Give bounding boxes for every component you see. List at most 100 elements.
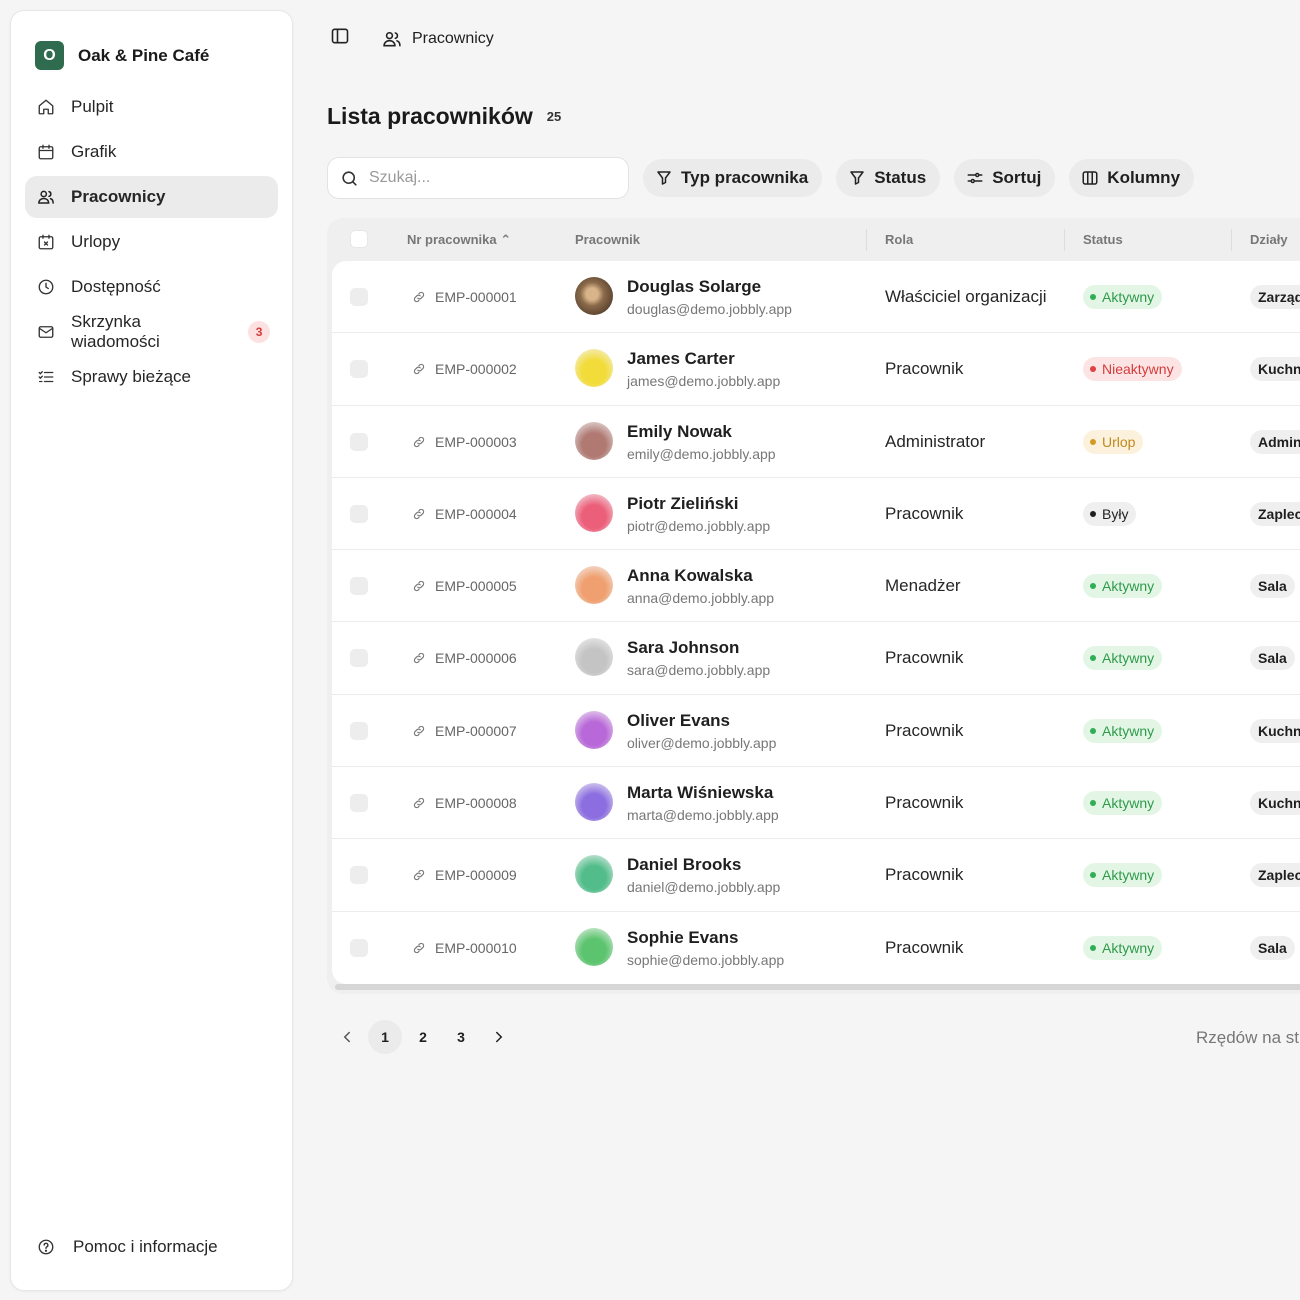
help-link[interactable]: Pomoc i informacje bbox=[37, 1237, 218, 1257]
avatar bbox=[575, 349, 613, 388]
employee-number[interactable]: EMP-000004 bbox=[412, 506, 517, 522]
brand[interactable]: O Oak & Pine Café bbox=[35, 41, 209, 70]
filter-status-button[interactable]: Status bbox=[836, 159, 941, 197]
employee-role: Pracownik bbox=[885, 793, 964, 813]
table-row[interactable]: EMP-000003 Emily Nowak emily@demo.jobbly.a… bbox=[332, 406, 1300, 478]
link-icon bbox=[413, 725, 425, 736]
columns-button[interactable]: Kolumny bbox=[1069, 159, 1195, 197]
sidebar-item-urlopy[interactable]: Urlopy bbox=[25, 221, 278, 263]
row-checkbox[interactable] bbox=[350, 432, 368, 451]
sidebar-item-label: Sprawy bieżące bbox=[71, 367, 192, 386]
employee-role: Pracownik bbox=[885, 720, 964, 740]
employee-email: marta@demo.jobbly.app bbox=[627, 807, 779, 824]
employee-number[interactable]: EMP-000003 bbox=[412, 434, 517, 450]
department-badge: Sala bbox=[1250, 646, 1295, 671]
columns-label: Kolumny bbox=[1107, 168, 1181, 187]
col-header-status[interactable]: Status bbox=[1083, 232, 1123, 247]
table-row[interactable]: EMP-000010 Sophie Evans sophie@demo.jobbly… bbox=[332, 912, 1300, 984]
row-checkbox[interactable] bbox=[350, 721, 368, 740]
brand-name: Oak & Pine Café bbox=[78, 45, 210, 65]
table-row[interactable]: EMP-000001 Douglas Solarge douglas@demo.jo… bbox=[332, 261, 1300, 334]
employee-email: douglas@demo.jobbly.app bbox=[627, 301, 792, 317]
clock-icon bbox=[38, 279, 54, 295]
sort-button[interactable]: Sortuj bbox=[954, 159, 1056, 197]
employee-number[interactable]: EMP-000010 bbox=[412, 940, 517, 956]
employee-name[interactable]: Douglas Solarge bbox=[627, 277, 761, 297]
next-page-button[interactable] bbox=[482, 1020, 516, 1054]
employee-email: emily@demo.jobbly.app bbox=[627, 445, 776, 462]
status-dot bbox=[1090, 944, 1096, 951]
sidebar-item-grafik[interactable]: Grafik bbox=[25, 131, 278, 173]
row-checkbox[interactable] bbox=[350, 288, 368, 306]
sidebar-item-dostepnosc[interactable]: Dostępność bbox=[25, 266, 278, 308]
page-button-2[interactable]: 2 bbox=[406, 1020, 440, 1054]
row-checkbox[interactable] bbox=[350, 866, 368, 885]
table-row[interactable]: EMP-000006 Sara Johnson sara@demo.jobbly.a… bbox=[332, 622, 1300, 695]
employee-name[interactable]: Oliver Evans bbox=[627, 711, 730, 731]
employee-number[interactable]: EMP-000007 bbox=[412, 723, 517, 739]
col-header-number[interactable]: Nr pracownika ⌃ bbox=[407, 232, 511, 248]
sidebar-item-label: Pulpit bbox=[71, 97, 114, 116]
col-divider bbox=[1064, 229, 1065, 251]
employee-role: Menadżer bbox=[885, 576, 961, 596]
table-row[interactable]: EMP-000009 Daniel Brooks daniel@demo.jobbl… bbox=[332, 839, 1300, 912]
col-header-employee[interactable]: Pracownik bbox=[575, 232, 640, 247]
department-badge: Zarząd bbox=[1250, 285, 1300, 309]
row-checkbox[interactable] bbox=[350, 794, 368, 813]
table-row[interactable]: EMP-000002 James Carter james@demo.jobbly.… bbox=[332, 333, 1300, 406]
table-row[interactable]: EMP-000007 Oliver Evans oliver@demo.jobbly… bbox=[332, 695, 1300, 768]
employee-number[interactable]: EMP-000001 bbox=[412, 289, 517, 305]
employee-name[interactable]: Sara Johnson bbox=[627, 638, 739, 658]
employee-email: sophie@demo.jobbly.app bbox=[627, 951, 785, 968]
filter-employee-type-button[interactable]: Typ pracownika bbox=[643, 159, 823, 197]
sidebar-item-sprawy[interactable]: Sprawy bieżące bbox=[25, 356, 278, 398]
employee-number[interactable]: EMP-000002 bbox=[412, 361, 517, 377]
sidebar-item-pracownicy[interactable]: Pracownicy bbox=[25, 176, 278, 218]
row-checkbox[interactable] bbox=[350, 938, 368, 957]
status-badge: Nieaktywny bbox=[1083, 357, 1182, 382]
employee-number[interactable]: EMP-000006 bbox=[412, 650, 517, 666]
sidebar-item-label: Skrzynka wiadomości bbox=[71, 312, 160, 351]
employee-name[interactable]: Piotr Zieliński bbox=[627, 494, 738, 514]
page-button-3[interactable]: 3 bbox=[444, 1020, 478, 1054]
col-header-role[interactable]: Rola bbox=[885, 232, 913, 247]
employee-role: Właściciel organizacji bbox=[885, 287, 1047, 306]
row-checkbox[interactable] bbox=[350, 577, 368, 596]
employee-role: Pracownik bbox=[885, 937, 964, 957]
select-all-checkbox[interactable] bbox=[350, 230, 368, 248]
employee-email: james@demo.jobbly.app bbox=[627, 373, 781, 390]
status-badge: Aktywny bbox=[1083, 935, 1163, 960]
employee-name[interactable]: James Carter bbox=[627, 349, 735, 369]
table-row[interactable]: EMP-000008 Marta Wiśniewska marta@demo.job… bbox=[332, 767, 1300, 840]
department-badge: Zaplecze bbox=[1250, 863, 1300, 888]
row-checkbox[interactable] bbox=[350, 649, 368, 668]
status-badge: Były bbox=[1083, 501, 1137, 526]
row-checkbox[interactable] bbox=[350, 504, 368, 523]
employee-name[interactable]: Sophie Evans bbox=[627, 928, 738, 948]
prev-page-button[interactable] bbox=[330, 1020, 364, 1054]
employee-name[interactable]: Marta Wiśniewska bbox=[627, 783, 773, 803]
department-badge: Admin bbox=[1250, 429, 1300, 454]
department-badge: Sala bbox=[1250, 574, 1295, 599]
row-checkbox[interactable] bbox=[350, 360, 368, 379]
employee-number[interactable]: EMP-000008 bbox=[412, 795, 517, 811]
avatar bbox=[575, 638, 613, 677]
employee-number[interactable]: EMP-000009 bbox=[412, 867, 517, 883]
employee-name[interactable]: Anna Kowalska bbox=[627, 566, 753, 586]
mail-icon bbox=[38, 326, 54, 338]
employee-name[interactable]: Daniel Brooks bbox=[627, 855, 741, 875]
sidebar-item-pulpit[interactable]: Pulpit bbox=[25, 86, 278, 128]
table-row[interactable]: EMP-000005 Anna Kowalska anna@demo.jobbly.… bbox=[332, 550, 1300, 623]
employee-number[interactable]: EMP-000005 bbox=[412, 578, 517, 594]
search-input[interactable] bbox=[369, 169, 609, 187]
employee-role: Pracownik bbox=[885, 648, 964, 668]
horizontal-scrollbar[interactable] bbox=[335, 984, 1300, 990]
table-row[interactable]: EMP-000004 Piotr Zieliński piotr@demo.jobb… bbox=[332, 478, 1300, 551]
sidebar-item-skrzynka[interactable]: Skrzynka wiadomości 3 bbox=[25, 311, 278, 353]
employee-name[interactable]: Emily Nowak bbox=[627, 422, 732, 442]
col-header-departments[interactable]: Działy bbox=[1250, 232, 1288, 247]
col-divider bbox=[866, 229, 867, 251]
employee-email: sara@demo.jobbly.app bbox=[627, 662, 771, 679]
page-button-1[interactable]: 1 bbox=[368, 1020, 402, 1054]
sidebar-toggle-button[interactable] bbox=[330, 26, 350, 51]
